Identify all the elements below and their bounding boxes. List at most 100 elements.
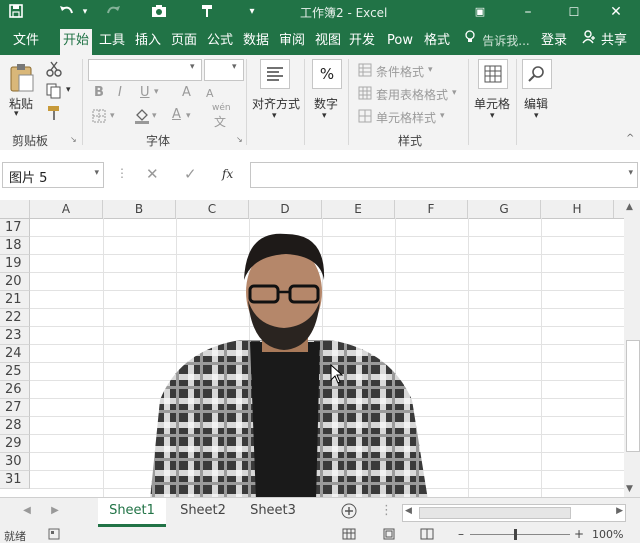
copy-icon[interactable]: [46, 83, 62, 102]
close-icon[interactable]: ✕: [606, 3, 626, 21]
format-painter-icon[interactable]: [196, 3, 218, 21]
table-format-icon[interactable]: [358, 86, 372, 103]
spreadsheet-grid[interactable]: A B C D E F G H 17 18 19 20 21 22 23 24 …: [0, 200, 624, 497]
editing-dropdown-icon[interactable]: ▾: [534, 111, 539, 121]
share-button[interactable]: 共享: [598, 30, 630, 52]
sheet-tab-sheet1[interactable]: Sheet1: [98, 498, 166, 527]
page-break-view-icon[interactable]: [420, 528, 434, 543]
row-header[interactable]: 23: [0, 327, 30, 345]
tab-file[interactable]: 文件: [4, 30, 48, 52]
select-all-corner[interactable]: [0, 200, 30, 218]
tab-view[interactable]: 视图: [312, 30, 344, 52]
scroll-left-icon[interactable]: ◀: [405, 506, 412, 516]
zoom-slider-thumb[interactable]: [514, 529, 517, 540]
tab-power[interactable]: Pow: [382, 30, 418, 52]
search-icon[interactable]: [522, 59, 552, 89]
scroll-down-icon[interactable]: ▼: [626, 484, 633, 494]
alignment-dropdown-icon[interactable]: ▾: [272, 111, 277, 121]
column-header[interactable]: F: [395, 200, 468, 218]
row-header[interactable]: 21: [0, 291, 30, 309]
conditional-format-icon[interactable]: [358, 63, 372, 80]
paste-icon[interactable]: [8, 63, 36, 98]
row-header[interactable]: 24: [0, 345, 30, 363]
font-size-dropdown-icon[interactable]: ▾: [232, 62, 237, 72]
font-shrink-button[interactable]: A: [206, 87, 214, 100]
minimize-icon[interactable]: –: [518, 3, 538, 21]
horizontal-scrollbar[interactable]: ◀ ▶: [402, 504, 626, 522]
alignment-button[interactable]: 对齐方式: [252, 95, 300, 112]
collapse-ribbon-icon[interactable]: ^: [626, 133, 634, 144]
login-link[interactable]: 登录: [538, 30, 570, 52]
font-grow-button[interactable]: A: [182, 85, 191, 100]
picture-5[interactable]: [140, 230, 430, 497]
column-header[interactable]: H: [541, 200, 614, 218]
number-dropdown-icon[interactable]: ▾: [322, 111, 327, 121]
page-layout-view-icon[interactable]: [382, 528, 396, 543]
column-header[interactable]: A: [30, 200, 103, 218]
font-color-icon[interactable]: A: [172, 107, 181, 122]
name-box[interactable]: 图片 5 ▾: [2, 162, 104, 188]
column-header[interactable]: C: [176, 200, 249, 218]
formula-input[interactable]: ▾: [250, 162, 638, 188]
zoom-out-icon[interactable]: –: [458, 527, 464, 541]
tab-format[interactable]: 格式: [420, 30, 454, 52]
row-header[interactable]: 25: [0, 363, 30, 381]
cell-style-dropdown-icon[interactable]: ▾: [440, 111, 445, 121]
number-button[interactable]: 数字: [314, 95, 338, 112]
expand-formula-icon[interactable]: ▾: [628, 168, 633, 178]
zoom-slider[interactable]: [470, 534, 570, 535]
bold-button[interactable]: B: [94, 85, 104, 100]
row-header[interactable]: 29: [0, 435, 30, 453]
cut-icon[interactable]: [46, 61, 62, 80]
format-painter-button-icon[interactable]: [46, 105, 62, 124]
clipboard-launcher-icon[interactable]: ↘: [70, 135, 77, 144]
tab-page-layout[interactable]: 页面: [168, 30, 200, 52]
column-header[interactable]: E: [322, 200, 395, 218]
tab-insert[interactable]: 插入: [132, 30, 164, 52]
tab-data[interactable]: 数据: [240, 30, 272, 52]
scroll-up-icon[interactable]: ▲: [626, 202, 633, 212]
tab-home[interactable]: 开始: [60, 29, 92, 55]
enter-formula-icon[interactable]: ✓: [184, 165, 197, 183]
tab-developer[interactable]: 开发: [346, 30, 378, 52]
cell-style-icon[interactable]: [358, 109, 372, 126]
save-icon[interactable]: [6, 3, 26, 21]
macro-record-icon[interactable]: [48, 528, 60, 543]
conditional-dropdown-icon[interactable]: ▾: [428, 65, 433, 75]
fill-dropdown-icon[interactable]: ▾: [152, 111, 157, 121]
tab-tools[interactable]: 工具: [96, 30, 128, 52]
font-name-dropdown-icon[interactable]: ▾: [190, 62, 195, 72]
row-header[interactable]: 31: [0, 471, 30, 489]
add-sheet-icon[interactable]: [340, 498, 358, 524]
zoom-level[interactable]: 100%: [592, 528, 623, 541]
sheet-tab-sheet2[interactable]: Sheet2: [170, 498, 236, 524]
tab-formulas[interactable]: 公式: [204, 30, 236, 52]
maximize-icon[interactable]: ☐: [564, 3, 584, 21]
insert-function-button[interactable]: fx: [222, 167, 233, 181]
camera-icon[interactable]: [148, 3, 170, 21]
table-format-dropdown-icon[interactable]: ▾: [452, 88, 457, 98]
conditional-format-button[interactable]: 条件格式: [376, 63, 424, 80]
row-header[interactable]: 18: [0, 237, 30, 255]
undo-dropdown-icon[interactable]: ▾: [80, 3, 90, 21]
row-header[interactable]: 28: [0, 417, 30, 435]
phonetic-button[interactable]: 文: [214, 113, 226, 130]
row-header[interactable]: 20: [0, 273, 30, 291]
redo-icon[interactable]: [102, 3, 124, 21]
row-header[interactable]: 19: [0, 255, 30, 273]
row-header[interactable]: 27: [0, 399, 30, 417]
column-header[interactable]: G: [468, 200, 541, 218]
normal-view-icon[interactable]: [342, 528, 356, 543]
italic-button[interactable]: I: [118, 85, 122, 100]
border-icon[interactable]: [92, 109, 106, 126]
font-size-select[interactable]: [204, 59, 244, 81]
table-format-button[interactable]: 套用表格格式: [376, 86, 448, 103]
vertical-scrollbar[interactable]: ▲ ▼: [624, 200, 640, 497]
underline-button[interactable]: U: [140, 85, 150, 100]
underline-dropdown-icon[interactable]: ▾: [154, 87, 159, 97]
sheet-tab-sheet3[interactable]: Sheet3: [240, 498, 306, 524]
phonetic-pinyin[interactable]: wén: [212, 103, 231, 113]
name-box-dropdown-icon[interactable]: ▾: [94, 168, 99, 178]
cells-dropdown-icon[interactable]: ▾: [490, 111, 495, 121]
fill-color-icon[interactable]: [134, 107, 150, 128]
